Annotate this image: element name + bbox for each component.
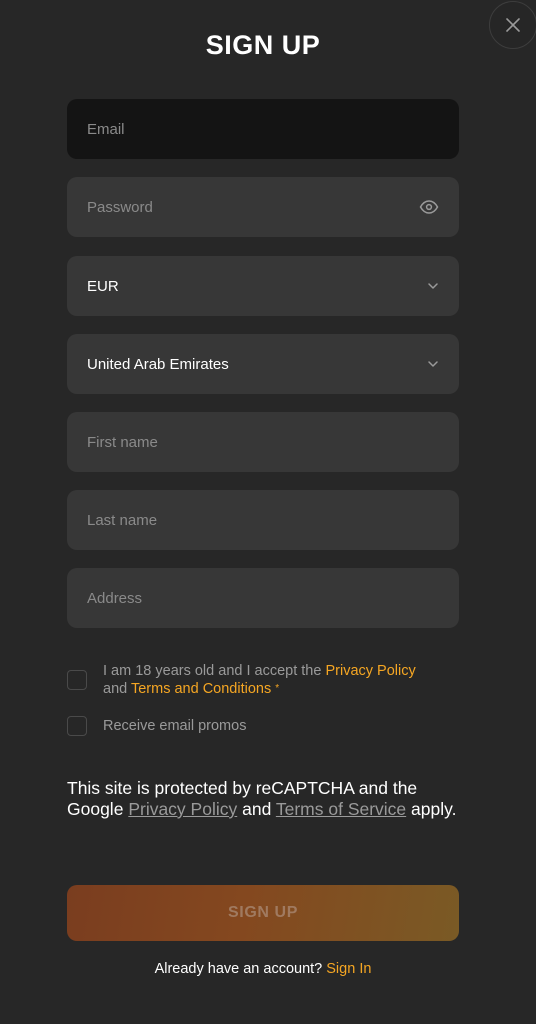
age-consent-checkbox[interactable] [67,670,87,690]
last-name-input[interactable] [87,511,439,529]
promos-checkbox[interactable] [67,716,87,736]
country-select[interactable]: United Arab Emirates [67,334,459,394]
country-value: United Arab Emirates [87,355,229,373]
terms-conditions-link[interactable]: Terms and Conditions [131,681,271,697]
google-privacy-link[interactable]: Privacy Policy [128,799,237,819]
chevron-down-icon [427,360,439,368]
recaptcha-notice: This site is protected by reCAPTCHA and … [67,778,457,819]
last-name-field[interactable] [67,490,459,550]
page-title: SIGN UP [205,30,321,60]
address-field[interactable] [67,568,459,628]
email-input[interactable] [87,120,439,138]
signin-link[interactable]: Sign In [326,961,371,977]
address-input[interactable] [87,589,439,607]
password-field[interactable] [67,177,459,237]
signin-prompt: Already have an account? Sign In [154,961,372,977]
age-consent-text: I am 18 years old and I accept the Priva… [103,663,416,697]
email-field[interactable] [67,99,459,159]
promos-text: Receive email promos [103,718,247,734]
first-name-input[interactable] [87,433,439,451]
signup-button[interactable]: SIGN UP [67,885,459,941]
required-mark: * [275,683,280,694]
google-terms-link[interactable]: Terms of Service [276,799,406,819]
currency-select[interactable]: EUR [67,256,459,316]
currency-value: EUR [87,277,119,295]
age-consent-row: I am 18 years old and I accept the Priva… [67,662,416,698]
first-name-field[interactable] [67,412,459,472]
eye-icon[interactable] [419,200,439,214]
chevron-down-icon [427,282,439,290]
password-input[interactable] [87,198,419,216]
privacy-policy-link[interactable]: Privacy Policy [325,663,415,679]
promos-row: Receive email promos [67,716,246,736]
